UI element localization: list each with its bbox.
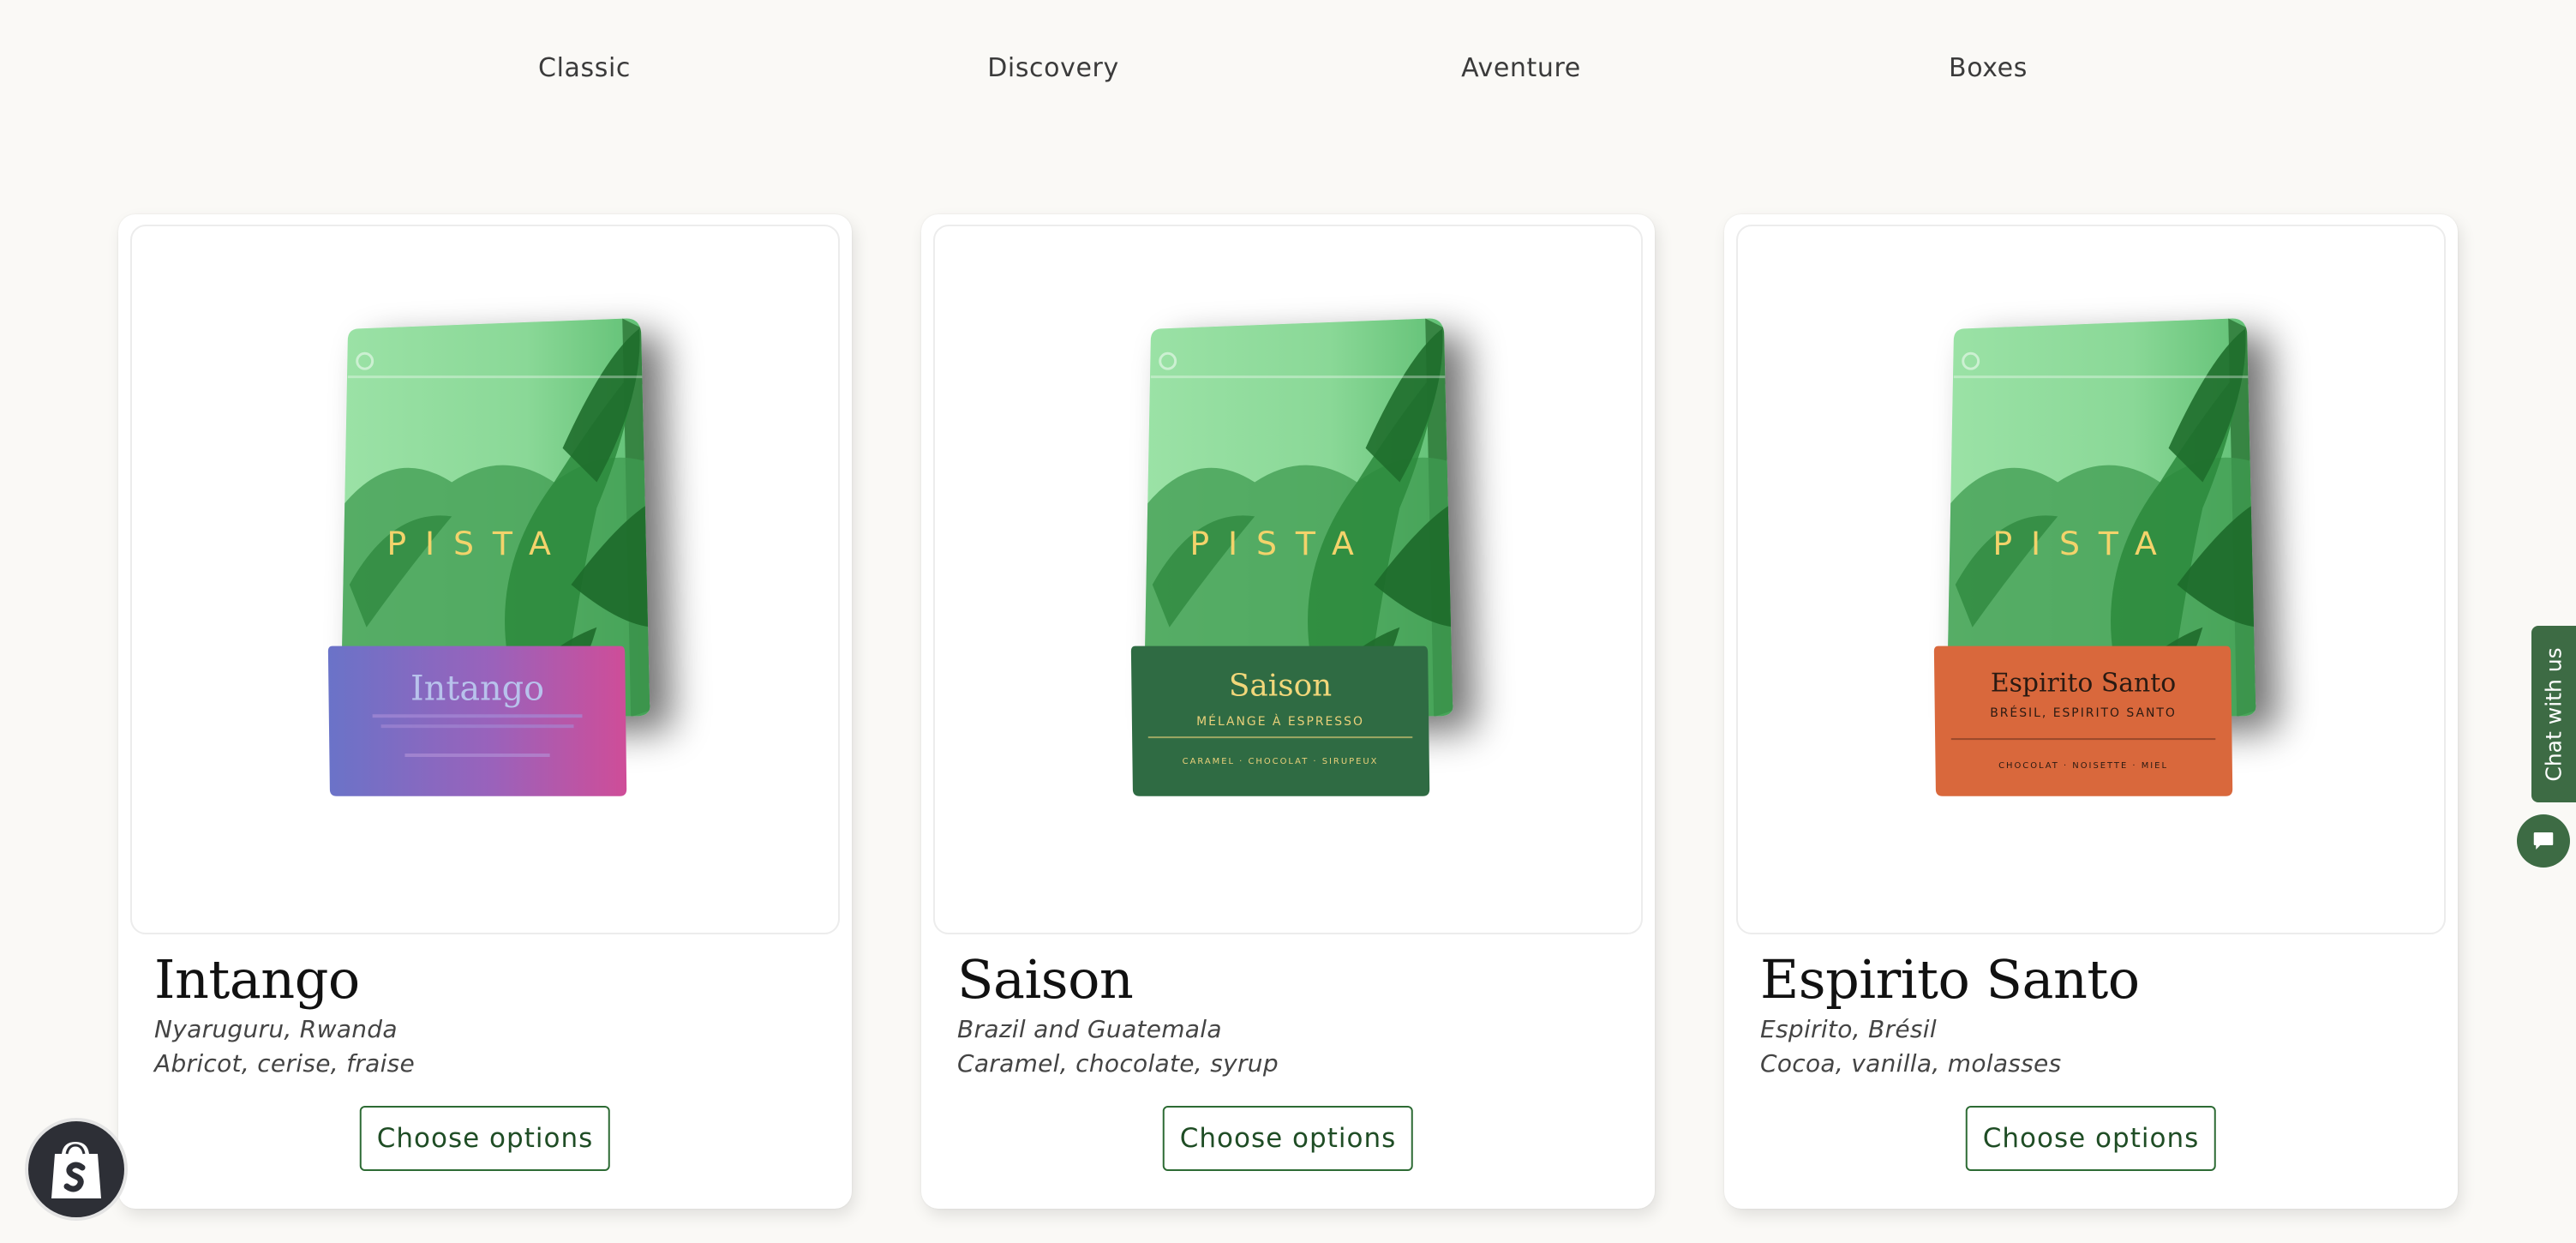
choose-options-button[interactable]: Choose options: [1162, 1106, 1414, 1171]
shopify-badge[interactable]: [25, 1118, 128, 1221]
product-info: Saison Brazil and Guatemala Caramel, cho…: [957, 947, 1629, 1081]
tab-discovery[interactable]: Discovery: [987, 53, 1119, 83]
product-card-espirito-santo[interactable]: PISTA Espirito Santo BRÉSIL, ESPIRITO SA…: [1724, 214, 2458, 1209]
tab-boxes[interactable]: Boxes: [1949, 53, 2028, 83]
product-title[interactable]: Saison: [957, 947, 1629, 1012]
product-notes: Abricot, cerise, fraise: [154, 1049, 416, 1078]
chat-bubble-button[interactable]: [2517, 814, 2570, 868]
bag-label-title: Espirito Santo: [1991, 668, 2176, 698]
choose-options-button[interactable]: Choose options: [359, 1106, 611, 1171]
coffee-bag-image: PISTA Espirito Santo BRÉSIL, ESPIRITO SA…: [1933, 226, 2444, 796]
bag-brand: PISTA: [386, 525, 569, 562]
choose-options-button[interactable]: Choose options: [1965, 1106, 2217, 1171]
product-notes: Cocoa, vanilla, molasses: [1760, 1049, 2062, 1078]
tab-aventure[interactable]: Aventure: [1461, 53, 1581, 83]
bag-brand: PISTA: [1992, 525, 2175, 562]
tab-classic[interactable]: Classic: [538, 53, 631, 83]
product-card-saison[interactable]: PISTA Saison MÉLANGE À ESPRESSO CARAMEL …: [921, 214, 1655, 1209]
product-title[interactable]: Intango: [154, 947, 826, 1012]
product-image[interactable]: PISTA Saison MÉLANGE À ESPRESSO CARAMEL …: [933, 225, 1643, 934]
shopify-bag-icon: [51, 1142, 101, 1198]
product-origin: Nyaruguru, Rwanda: [154, 1015, 398, 1043]
product-image[interactable]: PISTA Espirito Santo BRÉSIL, ESPIRITO SA…: [1736, 225, 2446, 934]
collection-tabs: Classic Discovery Aventure Boxes: [0, 0, 2576, 146]
bag-label-subtitle: MÉLANGE À ESPRESSO: [1196, 713, 1364, 729]
bag-label-notes: CARAMEL · CHOCOLAT · SIRUPEUX: [1183, 757, 1379, 766]
product-card-intango[interactable]: PISTA Intango Intango Nyaruguru, Rwanda …: [118, 214, 852, 1209]
chat-tab-label: Chat with us: [2541, 646, 2567, 782]
chat-bubble-icon: [2533, 832, 2554, 850]
coffee-bag-image: PISTA Intango: [327, 226, 838, 796]
product-info: Intango Nyaruguru, Rwanda Abricot, ceris…: [154, 947, 826, 1081]
chat-with-us-tab[interactable]: Chat with us: [2531, 626, 2576, 802]
bag-label-title: Saison: [1229, 668, 1332, 703]
bag-label-title: Intango: [410, 669, 544, 708]
coffee-bag-image: PISTA Saison MÉLANGE À ESPRESSO CARAMEL …: [1130, 226, 1641, 796]
product-image[interactable]: PISTA Intango: [130, 225, 840, 934]
product-notes: Caramel, chocolate, syrup: [957, 1049, 1279, 1078]
product-info: Espirito Santo Espirito, Brésil Cocoa, v…: [1760, 947, 2432, 1081]
product-origin: Brazil and Guatemala: [957, 1015, 1222, 1043]
bag-label-notes: CHOCOLAT · NOISETTE · MIEL: [1998, 761, 2168, 771]
bag-brand: PISTA: [1189, 525, 1372, 562]
product-title[interactable]: Espirito Santo: [1760, 947, 2432, 1012]
product-origin: Espirito, Brésil: [1760, 1015, 1937, 1043]
bag-label-subtitle: BRÉSIL, ESPIRITO SANTO: [1990, 705, 2177, 720]
